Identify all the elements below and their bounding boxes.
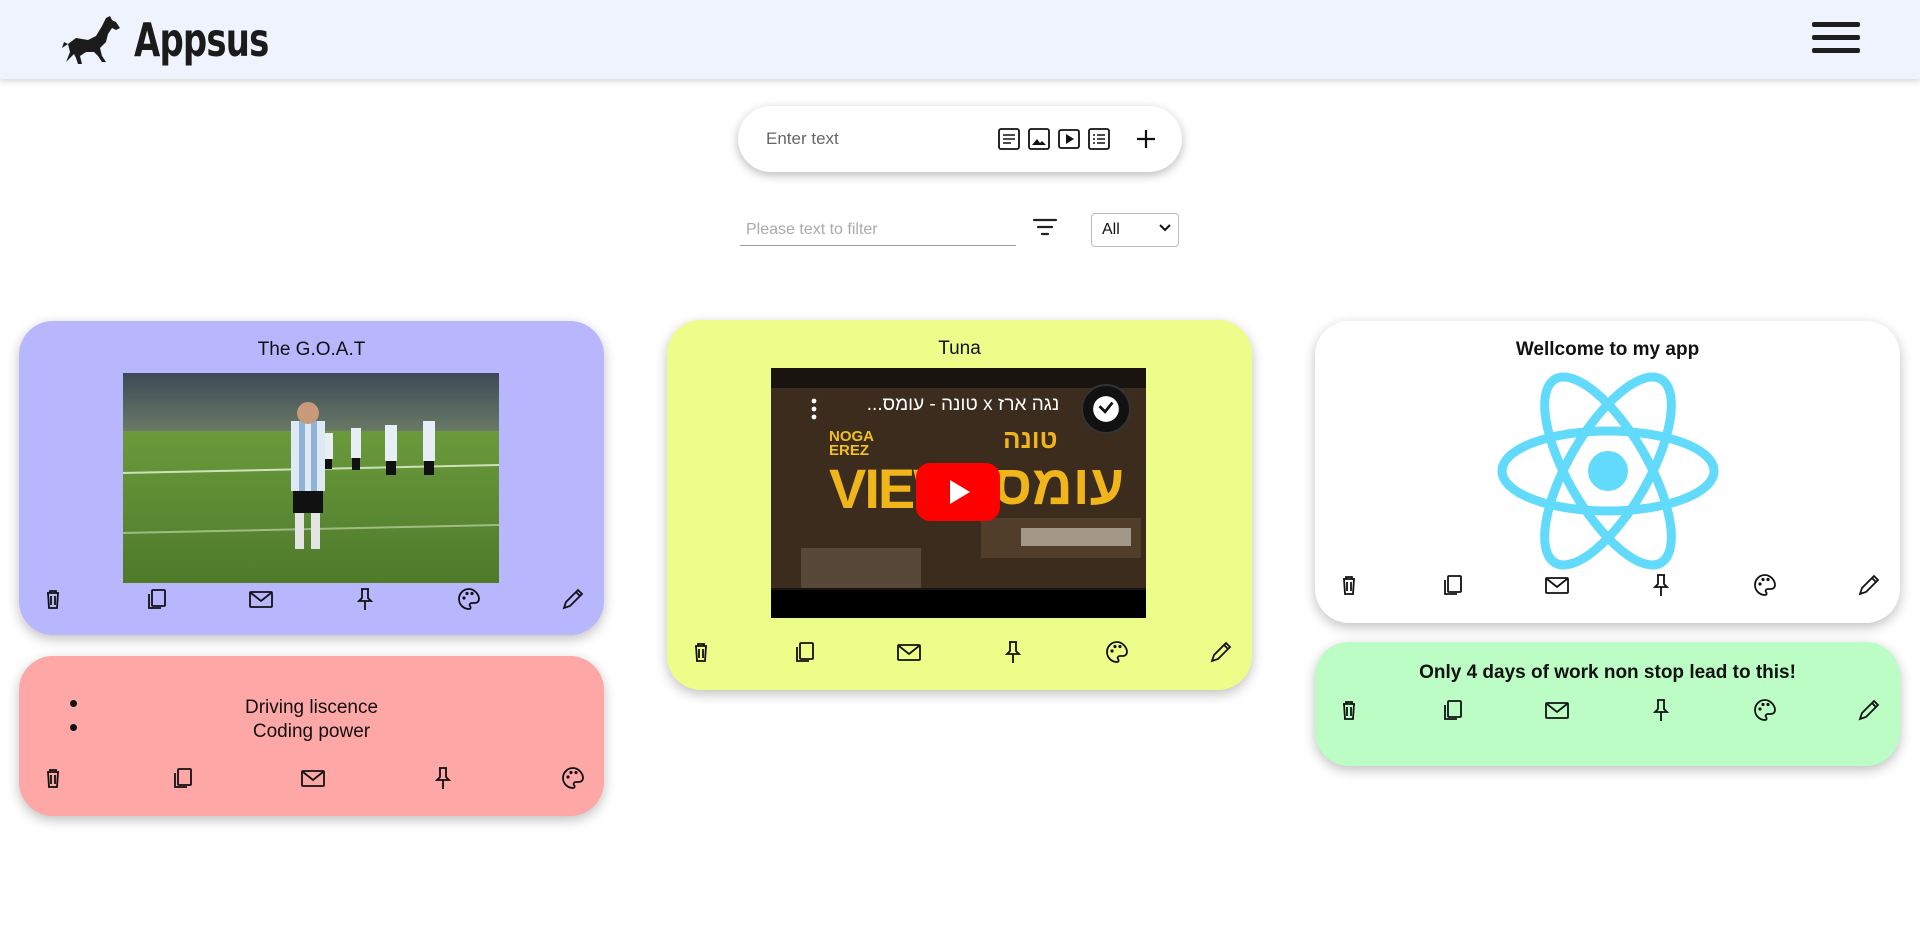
menu-hamburger-icon[interactable] <box>1812 22 1860 58</box>
duplicate-icon[interactable] <box>169 764 197 792</box>
filter-input[interactable] <box>740 214 1016 246</box>
overlay-tuna: טונה <box>1003 424 1058 454</box>
note-title: Tuna <box>938 338 981 359</box>
note-card[interactable]: The G.O.A.T <box>19 321 604 635</box>
add-note-input[interactable] <box>766 126 966 152</box>
palette-icon[interactable] <box>1751 571 1779 599</box>
palette-icon[interactable] <box>1103 638 1131 666</box>
image-note-icon[interactable] <box>1026 126 1052 152</box>
pin-icon[interactable] <box>999 638 1027 666</box>
more-vert-icon[interactable] <box>811 398 817 420</box>
react-logo-icon <box>1497 372 1719 570</box>
note-title: The G.O.A.T <box>257 339 366 360</box>
note-card[interactable]: Wellcome to my app <box>1315 321 1900 623</box>
app-title: Appsus <box>134 13 269 67</box>
trash-icon[interactable] <box>39 764 67 792</box>
trash-icon[interactable] <box>39 585 67 613</box>
note-image <box>123 373 499 583</box>
channel-avatar[interactable] <box>1081 384 1131 434</box>
add-note-bar <box>738 106 1182 172</box>
horse-logo-icon <box>62 16 120 64</box>
palette-icon[interactable] <box>455 585 483 613</box>
note-card[interactable]: Driving liscence Coding power <box>19 656 604 816</box>
pin-icon[interactable] <box>429 764 457 792</box>
pin-icon[interactable] <box>1647 571 1675 599</box>
trash-icon[interactable] <box>1335 696 1363 724</box>
mail-icon[interactable] <box>895 638 923 666</box>
palette-icon[interactable] <box>1751 696 1779 724</box>
todo-item[interactable]: Driving liscence <box>19 696 604 720</box>
video-title: נגה ארז x טונה - עומס... <box>866 394 1060 415</box>
duplicate-icon[interactable] <box>791 638 819 666</box>
trash-icon[interactable] <box>687 638 715 666</box>
text-note-icon[interactable] <box>996 126 1022 152</box>
todo-item[interactable]: Coding power <box>19 720 604 744</box>
mail-icon[interactable] <box>1543 571 1571 599</box>
filter-type-select[interactable]: All <box>1091 213 1179 247</box>
video-player[interactable]: נגה ארז x טונה - עומס... NOGA EREZ VIEWS… <box>771 368 1146 618</box>
play-button-icon[interactable] <box>916 463 1000 521</box>
palette-icon[interactable] <box>559 764 587 792</box>
trash-icon[interactable] <box>1335 571 1363 599</box>
todo-list: Driving liscence Coding power <box>19 696 604 744</box>
overlay-omes: עומס <box>993 453 1125 516</box>
add-note-plus-icon[interactable] <box>1131 124 1161 154</box>
edit-icon[interactable] <box>1855 696 1883 724</box>
note-title: Only 4 days of work non stop lead to thi… <box>1419 662 1796 683</box>
note-card[interactable]: Tuna נגה ארז x טונה - עומס... NOGA EREZ … <box>667 320 1252 690</box>
app-header: Appsus <box>0 0 1920 79</box>
todo-note-icon[interactable] <box>1086 126 1112 152</box>
pin-icon[interactable] <box>1647 696 1675 724</box>
pin-icon[interactable] <box>351 585 379 613</box>
mail-icon[interactable] <box>1543 696 1571 724</box>
app-logo[interactable]: Appsus <box>60 12 298 68</box>
filter-icon[interactable] <box>1031 215 1059 239</box>
edit-icon[interactable] <box>1207 638 1235 666</box>
video-note-icon[interactable] <box>1056 126 1082 152</box>
duplicate-icon[interactable] <box>1439 571 1467 599</box>
edit-icon[interactable] <box>1855 571 1883 599</box>
filter-select-value: All <box>1102 221 1120 238</box>
mail-icon[interactable] <box>247 585 275 613</box>
mail-icon[interactable] <box>299 764 327 792</box>
note-title: Wellcome to my app <box>1515 339 1700 360</box>
edit-icon[interactable] <box>559 585 587 613</box>
duplicate-icon[interactable] <box>143 585 171 613</box>
duplicate-icon[interactable] <box>1439 696 1467 724</box>
note-card[interactable]: Only 4 days of work non stop lead to thi… <box>1315 642 1900 766</box>
